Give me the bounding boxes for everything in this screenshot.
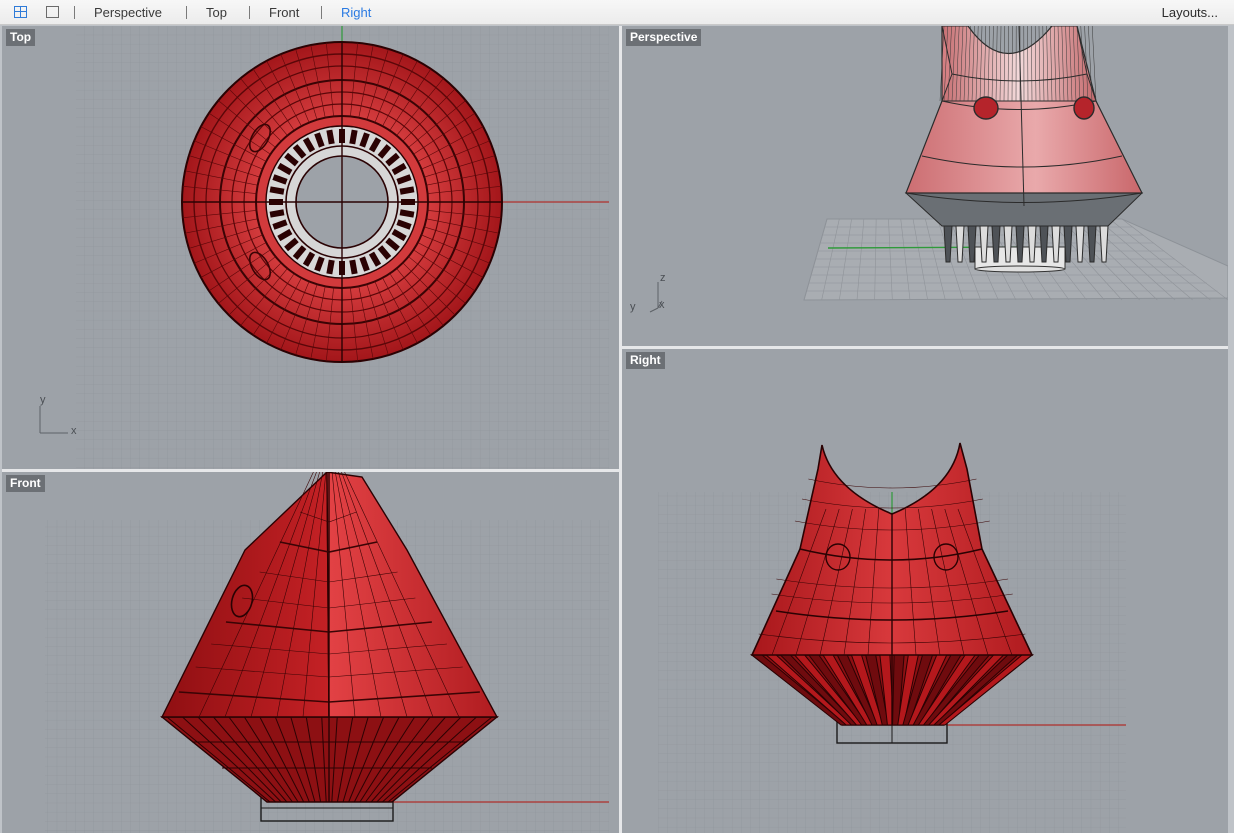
separator (249, 6, 250, 19)
front-viewport-canvas (45, 472, 609, 833)
tab-right[interactable]: Right (341, 0, 371, 25)
tab-perspective[interactable]: Perspective (94, 0, 162, 25)
axis-z-label: z (660, 272, 666, 284)
single-viewport-icon[interactable] (46, 6, 59, 18)
axis-indicator (39, 406, 68, 434)
viewport-divider-vertical[interactable] (619, 26, 622, 833)
tab-top[interactable]: Top (206, 0, 227, 25)
perspective-viewport-canvas: z y x (630, 26, 1228, 313)
tab-front[interactable]: Front (269, 0, 299, 25)
viewport-label-perspective[interactable]: Perspective (626, 29, 702, 46)
viewport-divider-left-horizontal[interactable] (2, 469, 619, 472)
top-viewport-canvas: x y (39, 26, 609, 469)
layouts-button[interactable]: Layouts... (1162, 0, 1218, 25)
separator (321, 6, 322, 19)
top-viewport[interactable]: x y Top (2, 26, 619, 469)
ring-model-top-view (181, 41, 503, 363)
right-viewport[interactable]: Right (622, 349, 1228, 833)
perspective-viewport[interactable]: z y x Perspective (622, 26, 1228, 346)
separator (74, 6, 75, 19)
viewport-tab-bar: Perspective Top Front Right Layouts... (0, 0, 1234, 25)
front-viewport[interactable]: Front (2, 472, 619, 833)
separator (186, 6, 187, 19)
four-viewports-icon[interactable] (14, 6, 27, 18)
axis-y-label: y (40, 394, 46, 406)
viewport-label-front[interactable]: Front (6, 475, 45, 492)
axis-y-label: y (630, 301, 636, 313)
right-viewport-canvas (658, 442, 1126, 833)
viewport-divider-right-horizontal[interactable] (622, 346, 1228, 349)
viewport-label-right[interactable]: Right (626, 352, 665, 369)
axis-x-label: x (659, 299, 665, 311)
viewport-label-top[interactable]: Top (6, 29, 36, 46)
axis-x-label: x (71, 425, 77, 437)
